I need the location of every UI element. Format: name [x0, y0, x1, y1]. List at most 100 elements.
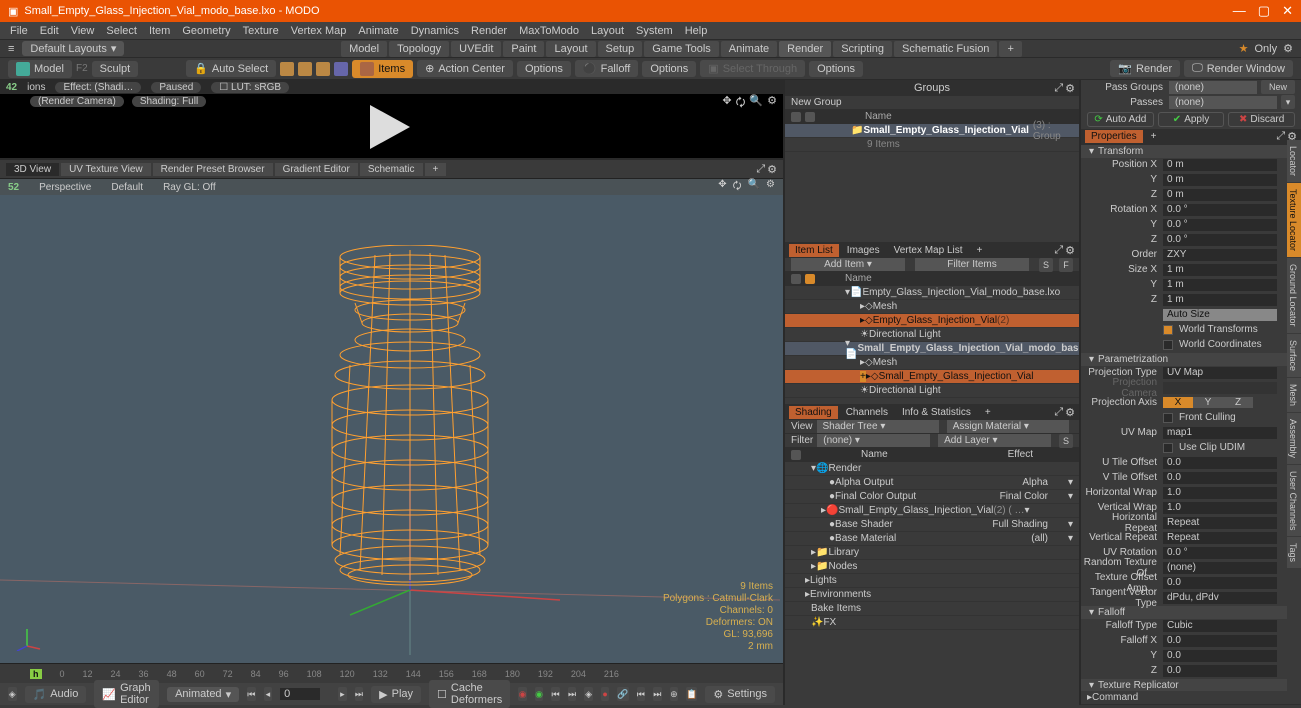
h-repeat-dropdown[interactable]: Repeat: [1163, 517, 1277, 529]
group-item[interactable]: 📁 Small_Empty_Glass_Injection_Vial (3) :…: [785, 124, 1079, 138]
preview-gear-icon[interactable]: ⚙: [767, 94, 777, 113]
menu-render[interactable]: Render: [471, 25, 507, 37]
layout-tab-animate[interactable]: Animate: [721, 41, 777, 57]
proj-camera-dropdown[interactable]: [1163, 382, 1277, 394]
last-frame-icon[interactable]: ⏭: [355, 687, 364, 701]
v-repeat-dropdown[interactable]: Repeat: [1163, 532, 1277, 544]
viewport-raygl[interactable]: Ray GL: Off: [163, 182, 216, 193]
menu-geometry[interactable]: Geometry: [182, 25, 230, 37]
menu-vertexmap[interactable]: Vertex Map: [291, 25, 347, 37]
tool-selectthrough[interactable]: ▣Select Through: [700, 60, 805, 77]
preview-lut[interactable]: ☐ LUT: sRGB: [211, 82, 289, 93]
keyframe-icon-9[interactable]: ⏭: [653, 687, 662, 701]
axis-z-button[interactable]: Z: [1223, 397, 1253, 408]
shader-row[interactable]: Bake Items: [785, 602, 1079, 616]
tab-gradient[interactable]: Gradient Editor: [275, 163, 358, 176]
shader-row[interactable]: ✨FX: [785, 616, 1079, 630]
use-clip-checkbox[interactable]: [1163, 443, 1173, 453]
vis-icon[interactable]: [791, 112, 801, 122]
list-item[interactable]: ▸◇Mesh: [785, 356, 1079, 370]
shader-row[interactable]: ●Final Color OutputFinal Color▾: [785, 490, 1079, 504]
s-button-shade[interactable]: S: [1059, 434, 1073, 448]
preview-zoom-icon[interactable]: 🔍: [749, 94, 763, 113]
tab-properties[interactable]: Properties: [1085, 130, 1143, 143]
side-tab-locator[interactable]: Locator: [1287, 140, 1301, 182]
new-passgroup-button[interactable]: New: [1261, 80, 1295, 94]
play-button-bottom[interactable]: ▶ Play: [371, 686, 421, 703]
v-wrap-input[interactable]: 1.0: [1163, 502, 1277, 514]
layout-tab-paint[interactable]: Paint: [503, 41, 544, 57]
tab-prop-add[interactable]: +: [1145, 130, 1163, 143]
falloff-z-input[interactable]: 0.0: [1163, 665, 1277, 677]
rotation-z-input[interactable]: 0.0 °: [1163, 234, 1277, 246]
tool-options2[interactable]: Options: [642, 61, 696, 77]
shader-tree-dropdown[interactable]: Shader Tree ▾: [817, 420, 939, 433]
falloff-x-input[interactable]: 0.0: [1163, 635, 1277, 647]
layout-tab-topology[interactable]: Topology: [389, 41, 449, 57]
key-icon[interactable]: ◈: [8, 687, 17, 701]
menu-dynamics[interactable]: Dynamics: [411, 25, 459, 37]
viewport-gear-icon[interactable]: ⚙: [766, 179, 775, 196]
preview-move-icon[interactable]: ✥: [722, 94, 731, 113]
minimize-button[interactable]: —: [1233, 3, 1246, 19]
menu-file[interactable]: File: [10, 25, 28, 37]
position-z-input[interactable]: 0 m: [1163, 189, 1277, 201]
layout-tab-schematic[interactable]: Schematic Fusion: [894, 41, 997, 57]
list-item[interactable]: ▾📄Small_Empty_Glass_Injection_Vial_modo_…: [785, 342, 1079, 356]
play-button[interactable]: [370, 105, 410, 149]
u-tile-input[interactable]: 0.0: [1163, 457, 1277, 469]
shader-row[interactable]: ▸📁Library: [785, 546, 1079, 560]
add-layer-dropdown[interactable]: Add Layer ▾: [938, 434, 1051, 447]
side-tab-texturelocator[interactable]: Texture Locator: [1287, 183, 1301, 257]
viewport-3d[interactable]: 52 Perspective Default Ray GL: Off ✥ 🗘 🔍…: [0, 178, 783, 663]
side-tab-mesh[interactable]: Mesh: [1287, 378, 1301, 412]
layout-tab-add[interactable]: +: [999, 41, 1021, 57]
preview-options[interactable]: ions: [27, 82, 45, 93]
world-transforms-checkbox[interactable]: [1163, 325, 1173, 335]
viewport-default[interactable]: Default: [111, 182, 143, 193]
front-culling-checkbox[interactable]: [1163, 413, 1173, 423]
prev-frame-icon[interactable]: ◂: [264, 687, 273, 701]
size-x-input[interactable]: 1 m: [1163, 264, 1277, 276]
auto-size-button[interactable]: Auto Size: [1163, 309, 1277, 321]
maximize-button[interactable]: ▢: [1258, 3, 1270, 19]
layout-menu-icon[interactable]: ≡: [8, 43, 14, 55]
menu-select[interactable]: Select: [106, 25, 137, 37]
frame-input[interactable]: 0: [280, 688, 320, 700]
viewport-perspective[interactable]: Perspective: [39, 182, 91, 193]
side-tab-userchannels[interactable]: User Channels: [1287, 465, 1301, 537]
preview-effect[interactable]: Effect: (Shadi…: [55, 82, 141, 93]
tool-options1[interactable]: Options: [517, 61, 571, 77]
passes-menu-icon[interactable]: ▾: [1281, 95, 1295, 109]
keyframe-icon-11[interactable]: 📋: [686, 687, 697, 701]
discard-button[interactable]: ✖Discard: [1228, 112, 1295, 127]
list-item[interactable]: + ▸◇Small_Empty_Glass_Injection_Vial: [785, 370, 1079, 384]
preview-shading[interactable]: Shading: Full: [132, 96, 206, 107]
layout-tab-scripting[interactable]: Scripting: [833, 41, 892, 57]
groups-expand-icon[interactable]: ⤢: [1054, 82, 1063, 95]
settings-button[interactable]: ⚙ Settings: [705, 686, 775, 703]
tab-images[interactable]: Images: [841, 244, 886, 257]
tab-shading[interactable]: Shading: [789, 406, 838, 419]
cache-deformers-button[interactable]: ☐ Cache Deformers: [429, 680, 510, 708]
tool-render[interactable]: 📷Render: [1110, 60, 1180, 77]
keyframe-icon-7[interactable]: 🔗: [617, 687, 628, 701]
command-bar[interactable]: ▸ Command: [1081, 691, 1301, 705]
tool-actioncenter[interactable]: ⊕Action Center: [417, 60, 513, 77]
keyframe-icon-3[interactable]: ⏮: [551, 687, 560, 701]
side-tab-assembly[interactable]: Assembly: [1287, 413, 1301, 464]
add-item-dropdown[interactable]: Add Item ▾: [791, 258, 905, 271]
tool-edges-icon[interactable]: [298, 62, 312, 76]
falloff-type-dropdown[interactable]: Cubic: [1163, 620, 1277, 632]
filter-dropdown[interactable]: (none) ▾: [817, 434, 930, 447]
falloff-section[interactable]: ▾ Falloff: [1081, 606, 1287, 619]
menu-texture[interactable]: Texture: [243, 25, 279, 37]
shader-row[interactable]: ▸📁Nodes: [785, 560, 1079, 574]
assign-material-dropdown[interactable]: Assign Material ▾: [947, 420, 1069, 433]
layout-tab-gametools[interactable]: Game Tools: [644, 41, 719, 57]
h-wrap-input[interactable]: 1.0: [1163, 487, 1277, 499]
preview-paused[interactable]: Paused: [151, 82, 201, 93]
new-group-row[interactable]: New Group: [785, 96, 1079, 110]
passes-dropdown[interactable]: (none): [1169, 96, 1277, 109]
f-button[interactable]: F: [1059, 258, 1073, 272]
